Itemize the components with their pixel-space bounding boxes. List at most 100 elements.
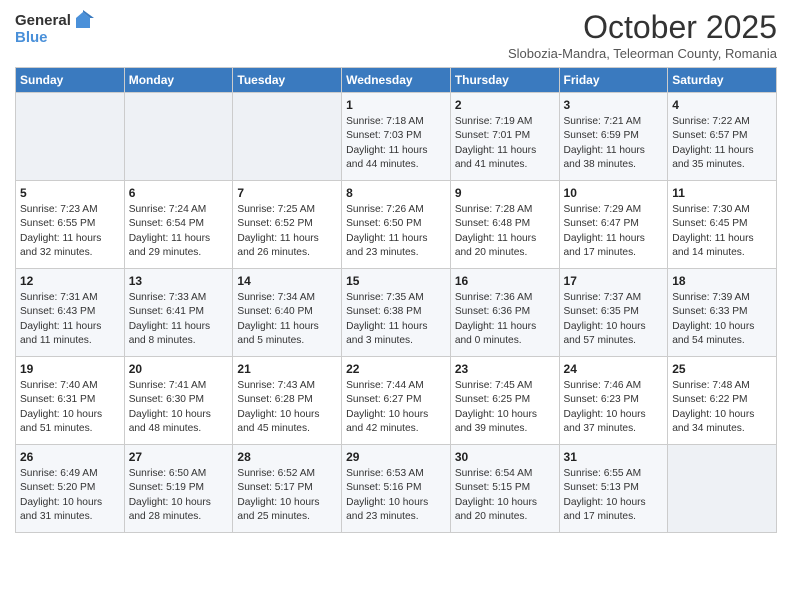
- calendar-cell: 13Sunrise: 7:33 AMSunset: 6:41 PMDayligh…: [124, 269, 233, 357]
- day-info: Sunset: 6:40 PM: [237, 305, 337, 319]
- day-info: Sunrise: 7:33 AM: [129, 291, 229, 305]
- calendar-cell: 23Sunrise: 7:45 AMSunset: 6:25 PMDayligh…: [450, 357, 559, 445]
- day-info: Daylight: 11 hours: [564, 144, 664, 158]
- day-info: Sunrise: 6:50 AM: [129, 467, 229, 481]
- day-info: Sunset: 6:50 PM: [346, 217, 446, 231]
- day-info: Daylight: 11 hours: [346, 232, 446, 246]
- day-info: Sunrise: 7:46 AM: [564, 379, 664, 393]
- weekday-header: Thursday: [450, 68, 559, 93]
- day-info: and 48 minutes.: [129, 422, 229, 436]
- day-info: Sunrise: 7:43 AM: [237, 379, 337, 393]
- day-info: Sunrise: 6:49 AM: [20, 467, 120, 481]
- day-info: Sunset: 6:59 PM: [564, 129, 664, 143]
- day-info: Sunset: 5:19 PM: [129, 481, 229, 495]
- day-number: 8: [346, 185, 446, 202]
- day-info: Sunrise: 7:24 AM: [129, 203, 229, 217]
- day-info: Sunrise: 7:28 AM: [455, 203, 555, 217]
- day-info: Daylight: 11 hours: [672, 144, 772, 158]
- day-info: and 31 minutes.: [20, 510, 120, 524]
- day-info: Sunrise: 7:39 AM: [672, 291, 772, 305]
- day-info: Daylight: 10 hours: [455, 496, 555, 510]
- day-info: Sunrise: 6:54 AM: [455, 467, 555, 481]
- day-number: 2: [455, 97, 555, 114]
- day-number: 24: [564, 361, 664, 378]
- day-info: Sunrise: 7:19 AM: [455, 115, 555, 129]
- day-info: Daylight: 11 hours: [237, 320, 337, 334]
- day-number: 17: [564, 273, 664, 290]
- day-number: 31: [564, 449, 664, 466]
- day-info: Sunset: 6:41 PM: [129, 305, 229, 319]
- day-info: Sunrise: 6:53 AM: [346, 467, 446, 481]
- day-info: Sunrise: 7:21 AM: [564, 115, 664, 129]
- day-info: and 32 minutes.: [20, 246, 120, 260]
- day-number: 7: [237, 185, 337, 202]
- calendar-cell: 28Sunrise: 6:52 AMSunset: 5:17 PMDayligh…: [233, 445, 342, 533]
- day-number: 28: [237, 449, 337, 466]
- day-info: Daylight: 11 hours: [672, 232, 772, 246]
- day-number: 1: [346, 97, 446, 114]
- day-number: 30: [455, 449, 555, 466]
- day-info: Sunset: 6:43 PM: [20, 305, 120, 319]
- day-info: and 17 minutes.: [564, 246, 664, 260]
- day-number: 5: [20, 185, 120, 202]
- day-info: Sunset: 5:15 PM: [455, 481, 555, 495]
- calendar-cell: [668, 445, 777, 533]
- day-info: Sunset: 5:16 PM: [346, 481, 446, 495]
- calendar-body: 1Sunrise: 7:18 AMSunset: 7:03 PMDaylight…: [16, 93, 777, 533]
- day-info: Sunset: 6:23 PM: [564, 393, 664, 407]
- calendar-cell: 18Sunrise: 7:39 AMSunset: 6:33 PMDayligh…: [668, 269, 777, 357]
- weekday-header: Friday: [559, 68, 668, 93]
- day-info: Daylight: 10 hours: [346, 496, 446, 510]
- calendar-cell: 10Sunrise: 7:29 AMSunset: 6:47 PMDayligh…: [559, 181, 668, 269]
- day-info: Daylight: 10 hours: [20, 408, 120, 422]
- day-info: Daylight: 10 hours: [346, 408, 446, 422]
- day-info: Sunset: 5:20 PM: [20, 481, 120, 495]
- title-block: October 2025 Slobozia-Mandra, Teleorman …: [508, 10, 777, 61]
- day-info: Daylight: 11 hours: [20, 232, 120, 246]
- day-info: Sunset: 6:55 PM: [20, 217, 120, 231]
- day-info: and 44 minutes.: [346, 158, 446, 172]
- day-info: Daylight: 10 hours: [455, 408, 555, 422]
- day-number: 10: [564, 185, 664, 202]
- day-info: and 39 minutes.: [455, 422, 555, 436]
- day-info: and 57 minutes.: [564, 334, 664, 348]
- day-info: and 41 minutes.: [455, 158, 555, 172]
- day-info: and 11 minutes.: [20, 334, 120, 348]
- calendar-cell: 16Sunrise: 7:36 AMSunset: 6:36 PMDayligh…: [450, 269, 559, 357]
- day-info: Sunrise: 7:35 AM: [346, 291, 446, 305]
- day-number: 27: [129, 449, 229, 466]
- calendar-week-row: 5Sunrise: 7:23 AMSunset: 6:55 PMDaylight…: [16, 181, 777, 269]
- calendar-cell: 3Sunrise: 7:21 AMSunset: 6:59 PMDaylight…: [559, 93, 668, 181]
- calendar: SundayMondayTuesdayWednesdayThursdayFrid…: [15, 67, 777, 533]
- day-info: Sunset: 6:33 PM: [672, 305, 772, 319]
- day-number: 11: [672, 185, 772, 202]
- calendar-cell: 27Sunrise: 6:50 AMSunset: 5:19 PMDayligh…: [124, 445, 233, 533]
- day-info: Daylight: 10 hours: [672, 408, 772, 422]
- day-info: Sunrise: 7:44 AM: [346, 379, 446, 393]
- day-info: Sunset: 6:48 PM: [455, 217, 555, 231]
- day-info: and 17 minutes.: [564, 510, 664, 524]
- location-subtitle: Slobozia-Mandra, Teleorman County, Roman…: [508, 46, 777, 61]
- day-info: and 37 minutes.: [564, 422, 664, 436]
- calendar-cell: [16, 93, 125, 181]
- day-number: 4: [672, 97, 772, 114]
- day-info: Daylight: 10 hours: [672, 320, 772, 334]
- day-number: 14: [237, 273, 337, 290]
- day-info: Sunrise: 7:31 AM: [20, 291, 120, 305]
- calendar-week-row: 26Sunrise: 6:49 AMSunset: 5:20 PMDayligh…: [16, 445, 777, 533]
- day-info: Sunset: 6:27 PM: [346, 393, 446, 407]
- day-info: and 20 minutes.: [455, 246, 555, 260]
- day-info: Sunset: 6:57 PM: [672, 129, 772, 143]
- day-info: Daylight: 11 hours: [346, 320, 446, 334]
- day-info: and 3 minutes.: [346, 334, 446, 348]
- day-info: and 14 minutes.: [672, 246, 772, 260]
- calendar-cell: 17Sunrise: 7:37 AMSunset: 6:35 PMDayligh…: [559, 269, 668, 357]
- day-info: and 28 minutes.: [129, 510, 229, 524]
- day-number: 15: [346, 273, 446, 290]
- page: General Blue October 2025 Slobozia-Mandr…: [0, 0, 792, 612]
- day-info: Sunrise: 6:52 AM: [237, 467, 337, 481]
- calendar-cell: [233, 93, 342, 181]
- day-info: and 23 minutes.: [346, 246, 446, 260]
- day-info: Daylight: 10 hours: [129, 408, 229, 422]
- day-number: 12: [20, 273, 120, 290]
